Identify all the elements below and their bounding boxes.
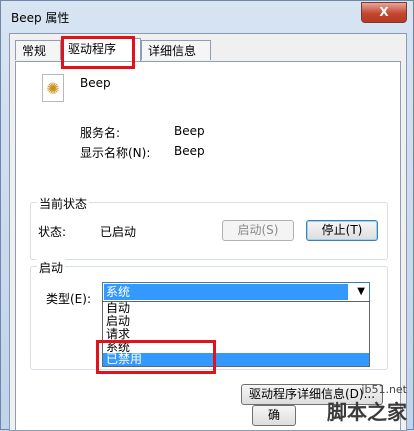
startup-type-selected: 系统 [104,284,348,300]
status-value: 已启动 [100,225,137,239]
watermark-site: jb51.net [361,383,407,396]
properties-window: Beep 属性 X 常规 驱动程序 详细信息 ✺ Beep 服务名: Beep … [0,0,414,431]
startup-legend: 启动 [37,259,66,276]
driver-tab-pane: ✺ Beep 服务名: Beep 显示名称(N): Beep 当前状态 状态: … [15,61,401,431]
dropdown-option-boot[interactable]: 启动 [103,315,369,328]
driver-file-icon: ✺ [42,74,64,102]
dialog-body: 常规 驱动程序 详细信息 ✺ Beep 服务名: Beep 显示名称(N): B… [9,33,407,431]
tab-details[interactable]: 详细信息 [141,40,211,60]
driver-name: Beep [80,76,111,90]
status-label: 状态: [38,225,67,239]
watermark-name: 脚本之家 [327,400,407,424]
current-status-legend: 当前状态 [37,195,90,212]
gear-icon: ✺ [46,79,60,98]
start-button[interactable]: 启动(S) [222,220,294,241]
display-name-value: Beep [174,144,205,158]
service-name-value: Beep [174,124,205,138]
ok-button[interactable]: 确 [252,405,296,426]
annotation-box-disabled-option [96,340,216,374]
annotation-box-driver-tab [61,36,135,69]
service-name-label: 服务名: [80,126,121,140]
tab-general[interactable]: 常规 [15,40,61,60]
watermark: jb51.net 脚本之家 [327,383,407,425]
display-name-label: 显示名称(N): [80,146,151,160]
stop-button[interactable]: 停止(T) [306,220,378,241]
window-title: Beep 属性 [11,11,70,25]
close-button[interactable]: X [361,2,407,23]
startup-type-label: 类型(E): [46,292,91,306]
title-bar[interactable]: Beep 属性 X [1,1,413,31]
startup-type-select[interactable]: 系统 ▼ [102,282,370,302]
chevron-down-icon[interactable]: ▼ [357,284,365,300]
dropdown-option-auto[interactable]: 自动 [103,302,369,315]
